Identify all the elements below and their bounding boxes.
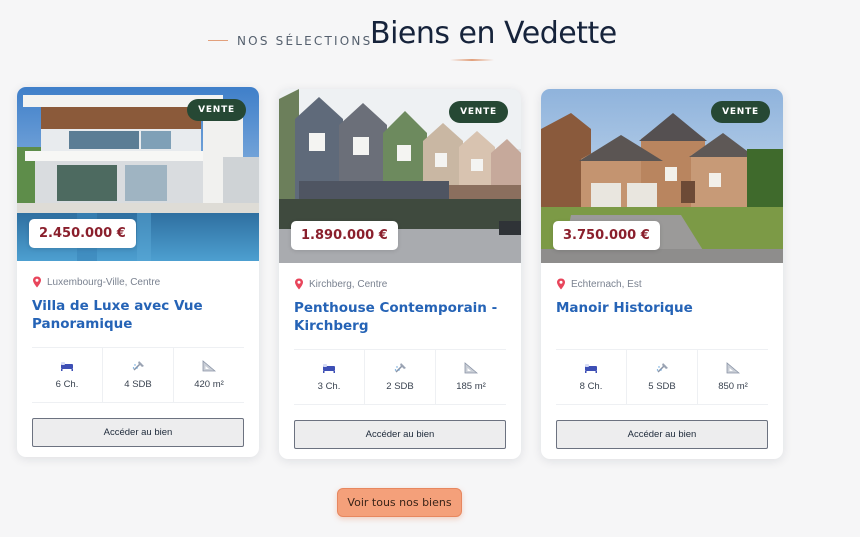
property-photo[interactable]: VENTE 2.450.000 € [17,87,259,261]
sale-badge: VENTE [449,101,508,123]
property-title-link[interactable]: Penthouse Contemporain - Kirchberg [294,299,506,337]
ruler-triangle-icon [202,360,216,372]
bathrooms-value: 5 SDB [648,381,676,392]
shower-icon [394,363,406,373]
bed-icon [585,364,597,373]
price-tag: 1.890.000 € [291,221,398,250]
map-pin-icon [33,276,41,288]
view-all-properties-button[interactable]: Voir tous nos biens [337,488,462,517]
area-stat: 420 m² [174,348,244,402]
bathrooms-stat: 4 SDB [103,348,174,402]
price-tag: 3.750.000 € [553,221,660,250]
property-stats: 8 Ch. 5 SDB 850 m² [556,349,768,405]
property-photo[interactable]: VENTE 1.890.000 € [279,89,521,263]
bed-icon [61,362,73,371]
ruler-triangle-icon [464,362,478,374]
bedrooms-value: 6 Ch. [55,379,79,390]
area-stat: 185 m² [436,350,506,404]
location-text: Echternach, Est [571,278,642,290]
property-location: Kirchberg, Centre [294,277,506,291]
eyebrow-line [208,40,228,41]
view-property-button[interactable]: Accéder au bien [32,418,244,447]
map-pin-icon [295,278,303,290]
location-text: Luxembourg-Ville, Centre [47,276,161,288]
section-header: NOS SÉLECTIONS Biens en Vedette [0,0,860,70]
bed-icon [323,364,335,373]
area-stat: 850 m² [698,350,768,404]
bedrooms-stat: 8 Ch. [556,350,627,404]
title-underline [450,59,494,61]
price-tag: 2.450.000 € [29,219,136,248]
bathrooms-value: 2 SDB [386,381,414,392]
area-value: 420 m² [194,379,224,390]
bedrooms-value: 3 Ch. [317,381,341,392]
property-card[interactable]: VENTE 2.450.000 € Luxembourg-Ville, Cent… [17,87,259,457]
property-title-link[interactable]: Villa de Luxe avec Vue Panoramique [32,297,244,335]
property-card[interactable]: VENTE 1.890.000 € Kirchberg, Centre Pent… [279,89,521,459]
property-photo[interactable]: VENTE 3.750.000 € [541,89,783,263]
property-stats: 3 Ch. 2 SDB 185 m² [294,349,506,405]
map-pin-icon [557,278,565,290]
property-card[interactable]: VENTE 3.750.000 € Echternach, Est Manoir… [541,89,783,459]
ruler-triangle-icon [726,362,740,374]
area-value: 185 m² [456,381,486,392]
property-location: Luxembourg-Ville, Centre [32,275,244,289]
shower-icon [132,361,144,371]
bedrooms-stat: 3 Ch. [294,350,365,404]
area-value: 850 m² [718,381,748,392]
bedrooms-stat: 6 Ch. [32,348,103,402]
section-title: Biens en Vedette [370,16,617,51]
shower-icon [656,363,668,373]
view-property-button[interactable]: Accéder au bien [556,420,768,449]
bathrooms-stat: 2 SDB [365,350,436,404]
view-property-button[interactable]: Accéder au bien [294,420,506,449]
section-eyebrow: NOS SÉLECTIONS [237,34,373,48]
sale-badge: VENTE [711,101,770,123]
bathrooms-value: 4 SDB [124,379,152,390]
property-stats: 6 Ch. 4 SDB 420 m² [32,347,244,403]
property-location: Echternach, Est [556,277,768,291]
bathrooms-stat: 5 SDB [627,350,698,404]
sale-badge: VENTE [187,99,246,121]
property-title-link[interactable]: Manoir Historique [556,299,768,337]
location-text: Kirchberg, Centre [309,278,388,290]
bedrooms-value: 8 Ch. [579,381,603,392]
